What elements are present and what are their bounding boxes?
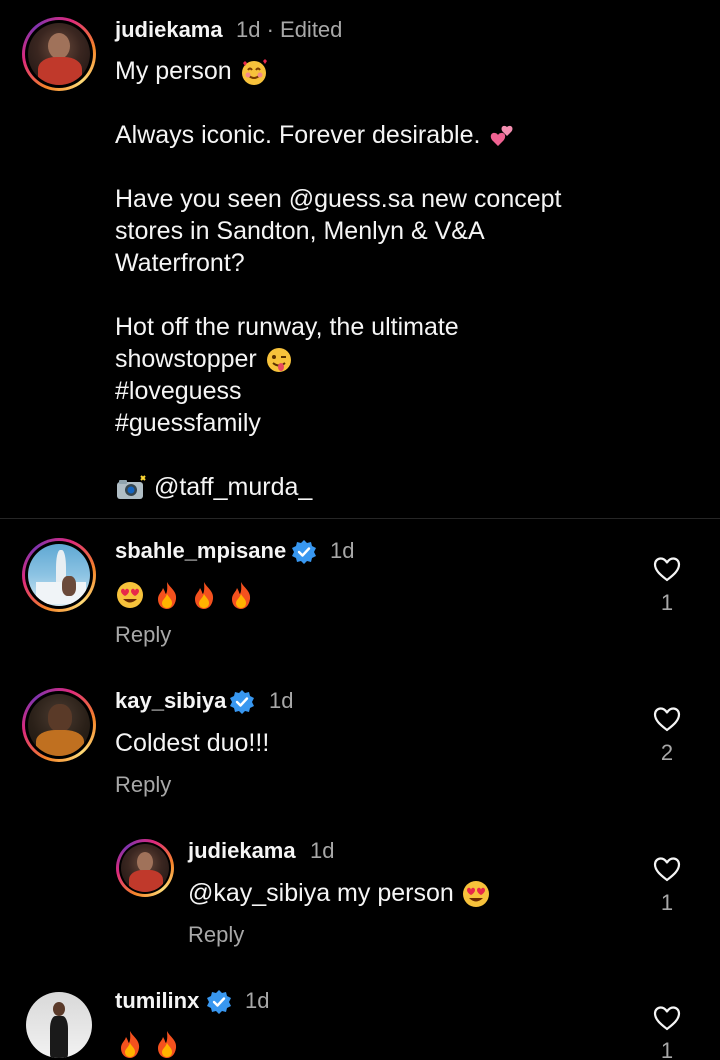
avatar[interactable] xyxy=(22,688,96,762)
comment-time: 1d xyxy=(310,838,335,863)
heart-eyes-face-icon xyxy=(462,881,489,908)
avatar[interactable] xyxy=(22,538,96,612)
winking-tongue-face-icon xyxy=(266,348,291,373)
hashtag-link[interactable]: #loveguess xyxy=(115,375,241,407)
like-count: 2 xyxy=(660,740,674,765)
caption-username[interactable]: judiekama xyxy=(115,17,223,43)
comment-text xyxy=(115,578,256,610)
caption-line: Waterfront? xyxy=(115,249,245,277)
avatar[interactable] xyxy=(26,992,92,1058)
fire-icon xyxy=(157,582,177,610)
caption-meta: 1d · Edited xyxy=(236,17,343,42)
smiling-face-hearts-icon xyxy=(241,59,267,86)
fire-icon xyxy=(194,582,214,610)
comment-time: 1d xyxy=(330,538,355,563)
heart-eyes-face-icon xyxy=(117,582,143,609)
caption-line: Always iconic. Forever desirable. xyxy=(115,119,517,151)
avatar[interactable] xyxy=(116,839,174,897)
comment-time: 1d xyxy=(245,988,270,1013)
caption-line: @taff_murda_ xyxy=(115,471,312,503)
camera-flash-icon xyxy=(117,475,146,500)
divider xyxy=(0,518,720,519)
heart-icon[interactable] xyxy=(652,555,682,583)
fire-icon xyxy=(121,1031,140,1059)
caption-line: My person xyxy=(115,55,269,87)
photographer-mention[interactable]: @taff_murda_ xyxy=(154,473,312,501)
reply-button[interactable]: Reply xyxy=(188,922,244,948)
comment-username[interactable]: judiekama xyxy=(188,838,296,864)
comments-screen: judiekama 1d · Edited My person Always i… xyxy=(0,0,720,1060)
reply-button[interactable]: Reply xyxy=(115,622,171,648)
like-count: 1 xyxy=(660,890,674,915)
heart-icon[interactable] xyxy=(652,855,682,883)
heart-icon[interactable] xyxy=(652,1004,682,1032)
like-count: 1 xyxy=(660,1038,674,1060)
caption-line: showstopper xyxy=(115,343,294,375)
comment-username[interactable]: sbahle_mpisane xyxy=(115,538,286,564)
comment-text: Coldest duo!!! xyxy=(115,729,270,757)
caption-line: Have you seen @guess.sa new concept xyxy=(115,185,562,213)
fire-icon xyxy=(231,582,250,610)
caption-line: stores in Sandton, Menlyn & V&A xyxy=(115,217,485,245)
verified-badge-icon xyxy=(292,540,316,564)
comment-time: 1d xyxy=(269,688,294,713)
comment-username[interactable]: kay_sibiya xyxy=(115,688,226,714)
comment-text xyxy=(115,1027,182,1059)
comment-text: @kay_sibiya my person xyxy=(188,877,491,909)
heart-icon[interactable] xyxy=(652,705,682,733)
verified-badge-icon xyxy=(207,990,231,1014)
like-count: 1 xyxy=(660,590,674,615)
mention-link: @kay_sibiya my person xyxy=(188,879,454,907)
comment-username[interactable]: tumilinx xyxy=(115,988,199,1014)
two-hearts-icon xyxy=(491,126,513,147)
verified-badge-icon xyxy=(230,690,254,714)
hashtag-link[interactable]: #guessfamily xyxy=(115,407,261,439)
post-caption: judiekama 1d · Edited My person Always i… xyxy=(0,0,720,518)
caption-line: Hot off the runway, the ultimate xyxy=(115,313,459,341)
reply-button[interactable]: Reply xyxy=(115,772,171,798)
fire-icon xyxy=(157,1031,177,1059)
avatar[interactable] xyxy=(22,17,96,91)
